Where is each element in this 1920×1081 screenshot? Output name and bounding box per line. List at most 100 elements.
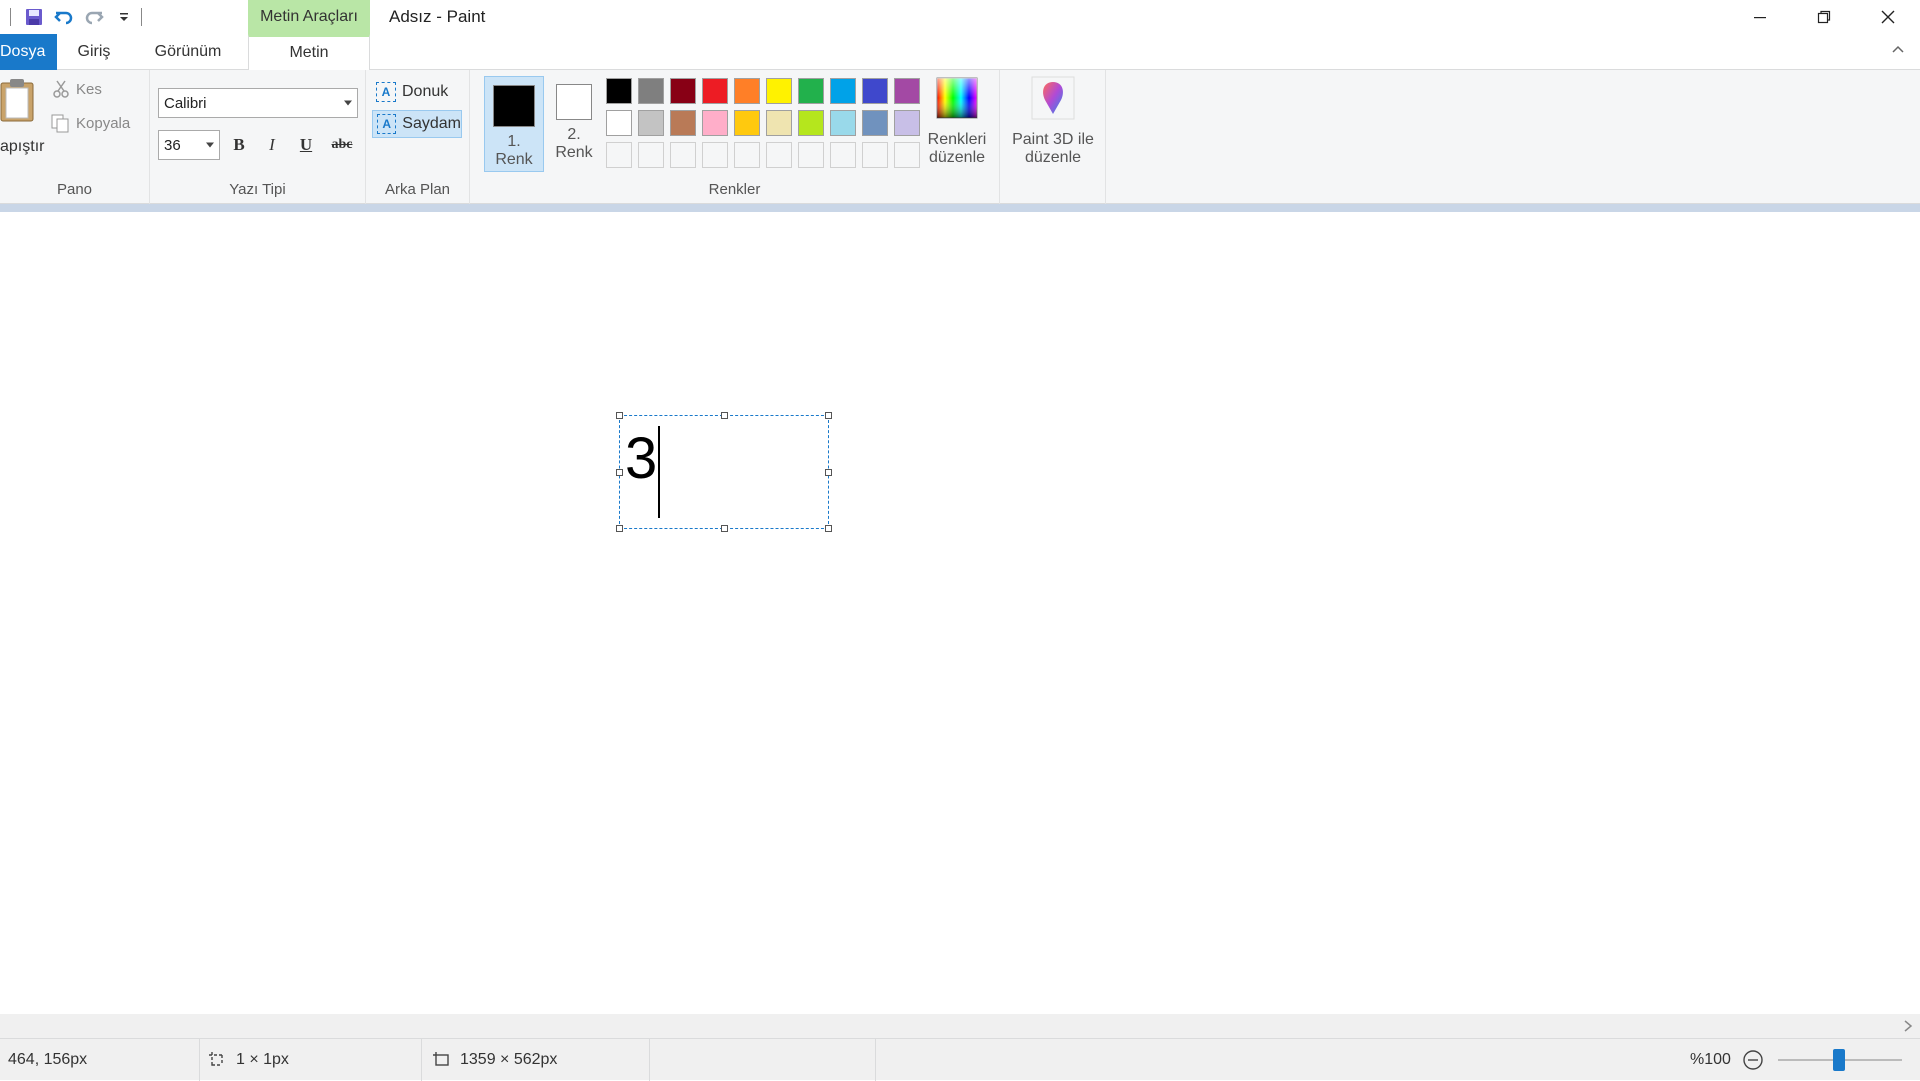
save-button[interactable] [19, 2, 49, 32]
font-group: Calibri 36 B I U abc Yazı Tipi [150, 70, 366, 204]
selection-size-segment: 1 × 1px [200, 1039, 422, 1081]
palette-color-2-7[interactable] [798, 110, 824, 136]
palette-color-1-3[interactable] [670, 78, 696, 104]
edit-colors-button[interactable]: Renkleri düzenle [920, 76, 994, 167]
text-caret [658, 426, 660, 518]
palette-custom-slot[interactable] [702, 142, 728, 168]
text-box[interactable]: 3 [616, 412, 832, 532]
tab-text[interactable]: Metin [248, 34, 370, 71]
palette-custom-slot[interactable] [670, 142, 696, 168]
resize-handle-w[interactable] [616, 469, 623, 476]
close-button[interactable] [1856, 0, 1920, 34]
color-2-button[interactable]: 2. Renk [544, 76, 604, 172]
scissors-icon [53, 80, 69, 98]
chevron-down-icon [206, 142, 214, 148]
palette-custom-slot[interactable] [606, 142, 632, 168]
palette-color-2-9[interactable] [862, 110, 888, 136]
canvas-top-border [0, 204, 1920, 212]
underline-button[interactable]: U [293, 132, 319, 158]
close-icon [1881, 10, 1895, 24]
font-family-value: Calibri [164, 94, 207, 112]
resize-handle-s[interactable] [721, 525, 728, 532]
palette-color-1-10[interactable] [894, 78, 920, 104]
palette-color-1-5[interactable] [734, 78, 760, 104]
cut-button[interactable]: Kes [52, 80, 102, 98]
palette-color-1-9[interactable] [862, 78, 888, 104]
clipboard-group-label: Pano [56, 181, 93, 198]
paste-label: apıştır [0, 138, 45, 155]
resize-handle-se[interactable] [825, 525, 832, 532]
palette-color-1-2[interactable] [638, 78, 664, 104]
edit-with-paint3d-button[interactable]: Paint 3D ile düzenle [1002, 76, 1104, 167]
color-spectrum-icon [936, 77, 978, 119]
paste-button[interactable]: apıştır [0, 78, 44, 158]
transparent-button[interactable]: A Saydam [372, 110, 462, 138]
palette-color-2-4[interactable] [702, 110, 728, 136]
tab-view[interactable]: Görünüm [140, 34, 236, 70]
quick-access-toolbar [0, 0, 150, 34]
tab-file[interactable]: Dosya [0, 34, 57, 70]
palette-color-1-7[interactable] [798, 78, 824, 104]
resize-handle-e[interactable] [825, 469, 832, 476]
palette-color-1-8[interactable] [830, 78, 856, 104]
opaque-button[interactable]: A Donuk [372, 78, 462, 106]
palette-custom-slot[interactable] [734, 142, 760, 168]
copy-button[interactable]: Kopyala [50, 113, 130, 133]
zoom-out-icon[interactable] [1742, 1049, 1764, 1071]
font-size-select[interactable]: 36 [158, 130, 220, 160]
drawing-canvas[interactable] [0, 212, 1920, 1014]
text-box-content[interactable]: 3 [625, 424, 657, 494]
strikethrough-button[interactable]: abc [326, 132, 358, 158]
colors-group: 1. Renk 2. Renk Renkleri düzenle Renkler [470, 70, 1000, 204]
zoom-level: %100 [1690, 1051, 1731, 1068]
redo-button[interactable] [79, 2, 109, 32]
palette-custom-slot[interactable] [798, 142, 824, 168]
palette-color-1-6[interactable] [766, 78, 792, 104]
palette-color-1-4[interactable] [702, 78, 728, 104]
palette-custom-slot[interactable] [894, 142, 920, 168]
minimize-button[interactable] [1728, 0, 1792, 34]
resize-handle-nw[interactable] [616, 412, 623, 419]
transparent-icon: A [377, 114, 397, 134]
resize-handle-sw[interactable] [616, 525, 623, 532]
cursor-position-segment: 464, 156px [0, 1039, 200, 1081]
italic-button[interactable]: I [259, 132, 285, 158]
font-family-select[interactable]: Calibri [158, 88, 358, 118]
palette-color-2-10[interactable] [894, 110, 920, 136]
collapse-ribbon-icon[interactable] [1890, 42, 1906, 58]
save-icon [26, 9, 42, 25]
scroll-right-icon[interactable] [1900, 1018, 1916, 1034]
palette-custom-slot[interactable] [638, 142, 664, 168]
palette-color-1-1[interactable] [606, 78, 632, 104]
color-1-swatch [493, 85, 535, 127]
resize-handle-ne[interactable] [825, 412, 832, 419]
palette-custom-slot[interactable] [830, 142, 856, 168]
chevron-down-icon [120, 13, 128, 21]
qat-separator [10, 8, 11, 26]
opaque-label: Donuk [402, 83, 449, 100]
color-1-button[interactable]: 1. Renk [484, 76, 544, 172]
palette-custom-slot[interactable] [766, 142, 792, 168]
tab-home[interactable]: Giriş [68, 34, 120, 70]
palette-color-2-1[interactable] [606, 110, 632, 136]
palette-color-2-5[interactable] [734, 110, 760, 136]
zoom-slider-thumb[interactable] [1833, 1049, 1845, 1071]
bold-button[interactable]: B [226, 132, 252, 158]
edit-colors-label-line2: düzenle [928, 149, 986, 166]
undo-button[interactable] [49, 2, 79, 32]
palette-color-2-2[interactable] [638, 110, 664, 136]
paint3d-label-line1: Paint 3D ile [1012, 131, 1094, 148]
window-title: Adsız - Paint [389, 7, 486, 26]
paint3d-icon [1031, 76, 1075, 120]
font-size-value: 36 [164, 136, 181, 154]
customize-qat-button[interactable] [109, 2, 139, 32]
palette-color-2-8[interactable] [830, 110, 856, 136]
horizontal-scrollbar[interactable] [0, 1014, 1920, 1038]
restore-button[interactable] [1792, 0, 1856, 34]
resize-handle-n[interactable] [721, 412, 728, 419]
paint3d-group: Paint 3D ile düzenle [1000, 70, 1106, 204]
palette-color-2-6[interactable] [766, 110, 792, 136]
minimize-icon [1754, 17, 1766, 19]
palette-custom-slot[interactable] [862, 142, 888, 168]
palette-color-2-3[interactable] [670, 110, 696, 136]
